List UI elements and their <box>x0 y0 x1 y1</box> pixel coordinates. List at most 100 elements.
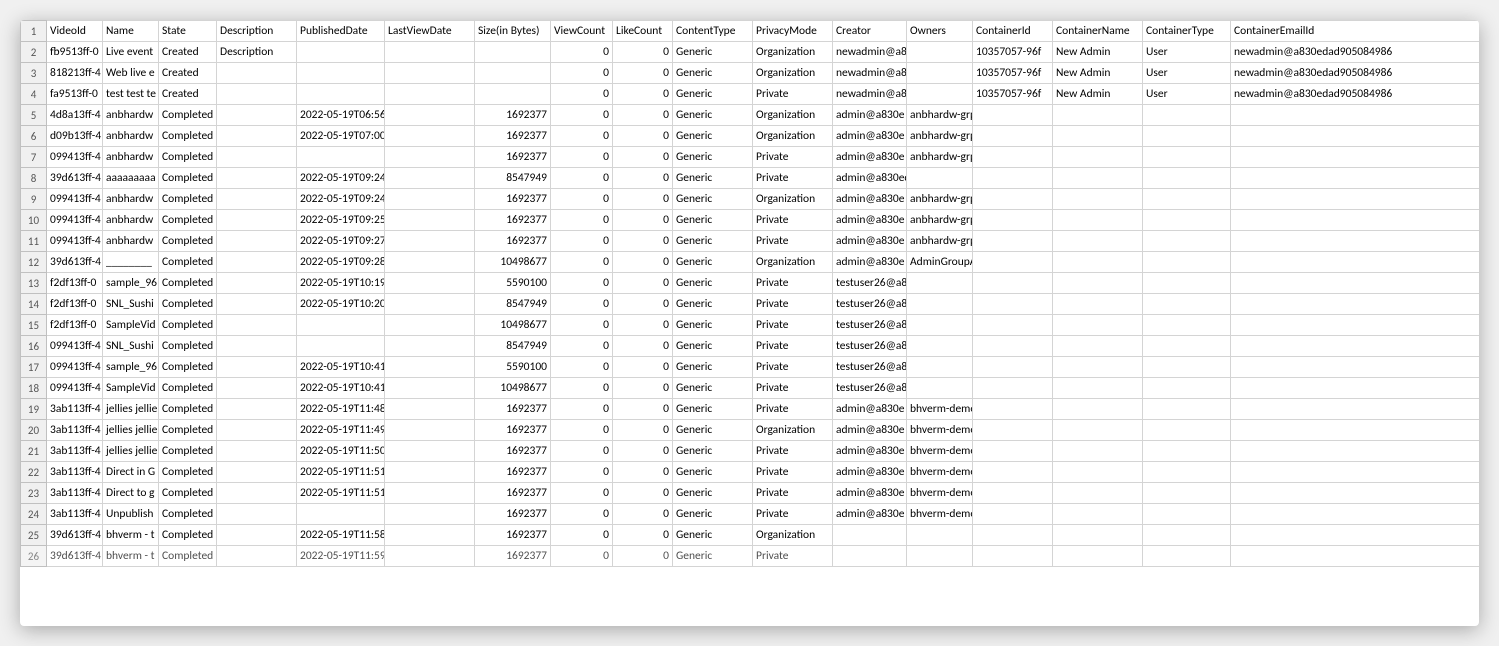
cell-state[interactable]: Completed <box>159 483 217 504</box>
cell-containerid[interactable] <box>973 546 1053 567</box>
cell-name[interactable]: anbhardw <box>103 231 159 252</box>
cell-lastviewdate[interactable] <box>385 420 475 441</box>
cell-lastviewdate[interactable] <box>385 441 475 462</box>
cell-state[interactable]: Completed <box>159 378 217 399</box>
cell-size[interactable]: 5590100 <box>475 273 551 294</box>
cell-lastviewdate[interactable] <box>385 294 475 315</box>
cell-description[interactable] <box>217 189 297 210</box>
cell-privacymode[interactable]: Organization <box>753 525 833 546</box>
row-number[interactable]: 4 <box>21 84 47 105</box>
cell-description[interactable] <box>217 231 297 252</box>
row-number[interactable]: 3 <box>21 63 47 84</box>
cell-size[interactable]: 10498677 <box>475 378 551 399</box>
cell-owners[interactable]: bhverm-demo@a830edad9050849863E22033000.… <box>907 462 973 483</box>
cell-description[interactable] <box>217 399 297 420</box>
cell-containername[interactable] <box>1053 210 1143 231</box>
cell-videoid[interactable]: 39d613ff-4 <box>47 252 103 273</box>
cell-state[interactable]: Completed <box>159 525 217 546</box>
cell-creator[interactable]: admin@a830e <box>833 483 907 504</box>
cell-owners[interactable] <box>907 273 973 294</box>
cell-owners[interactable]: AdminGroupA547@a830edad9050849863E220330… <box>907 252 973 273</box>
cell-privacymode[interactable]: Private <box>753 294 833 315</box>
cell-contenttype[interactable]: Generic <box>673 357 753 378</box>
cell-privacymode[interactable]: Organization <box>753 252 833 273</box>
column-header-containerid[interactable]: ContainerId <box>973 21 1053 42</box>
cell-containername[interactable] <box>1053 441 1143 462</box>
column-header-containername[interactable]: ContainerName <box>1053 21 1143 42</box>
cell-size[interactable]: 1692377 <box>475 210 551 231</box>
cell-publisheddate[interactable] <box>297 504 385 525</box>
cell-owners[interactable] <box>907 357 973 378</box>
cell-state[interactable]: Created <box>159 63 217 84</box>
cell-creator[interactable]: admin@a830e <box>833 441 907 462</box>
cell-lastviewdate[interactable] <box>385 504 475 525</box>
cell-containertype[interactable]: User <box>1143 42 1231 63</box>
cell-state[interactable]: Completed <box>159 252 217 273</box>
cell-creator[interactable]: admin@a830e <box>833 399 907 420</box>
cell-containeremailid[interactable] <box>1231 273 1480 294</box>
cell-containeremailid[interactable] <box>1231 399 1480 420</box>
cell-viewcount[interactable]: 0 <box>551 441 613 462</box>
cell-videoid[interactable]: 099413ff-4 <box>47 357 103 378</box>
cell-containerid[interactable] <box>973 147 1053 168</box>
cell-containertype[interactable] <box>1143 525 1231 546</box>
cell-privacymode[interactable]: Organization <box>753 63 833 84</box>
cell-viewcount[interactable]: 0 <box>551 399 613 420</box>
cell-videoid[interactable]: 818213ff-4 <box>47 63 103 84</box>
cell-size[interactable]: 1692377 <box>475 525 551 546</box>
cell-containername[interactable] <box>1053 336 1143 357</box>
cell-contenttype[interactable]: Generic <box>673 294 753 315</box>
cell-privacymode[interactable]: Organization <box>753 420 833 441</box>
cell-creator[interactable]: admin@a830e <box>833 210 907 231</box>
cell-likecount[interactable]: 0 <box>613 105 673 126</box>
cell-videoid[interactable]: 3ab113ff-4 <box>47 420 103 441</box>
cell-publisheddate[interactable]: 2022-05-19T09:27:37.0403448 <box>297 231 385 252</box>
cell-likecount[interactable]: 0 <box>613 315 673 336</box>
cell-likecount[interactable]: 0 <box>613 210 673 231</box>
cell-viewcount[interactable]: 0 <box>551 42 613 63</box>
cell-owners[interactable]: bhverm-demo@a830edad9050849863E22033000.… <box>907 399 973 420</box>
cell-creator[interactable]: admin@a830e <box>833 189 907 210</box>
cell-contenttype[interactable]: Generic <box>673 42 753 63</box>
cell-size[interactable]: 8547949 <box>475 336 551 357</box>
cell-description[interactable] <box>217 210 297 231</box>
cell-containertype[interactable] <box>1143 504 1231 525</box>
cell-viewcount[interactable]: 0 <box>551 504 613 525</box>
column-header-name[interactable]: Name <box>103 21 159 42</box>
cell-publisheddate[interactable]: 2022-05-19T11:50:11.3417175 <box>297 441 385 462</box>
cell-lastviewdate[interactable] <box>385 315 475 336</box>
cell-contenttype[interactable]: Generic <box>673 126 753 147</box>
cell-state[interactable]: Completed <box>159 420 217 441</box>
cell-lastviewdate[interactable] <box>385 273 475 294</box>
cell-size[interactable]: 1692377 <box>475 546 551 567</box>
cell-contenttype[interactable]: Generic <box>673 378 753 399</box>
cell-name[interactable]: anbhardw <box>103 210 159 231</box>
cell-containerid[interactable] <box>973 336 1053 357</box>
cell-videoid[interactable]: 099413ff-4 <box>47 189 103 210</box>
cell-viewcount[interactable]: 0 <box>551 126 613 147</box>
cell-creator[interactable]: newadmin@a830edad9050 <box>833 84 907 105</box>
cell-owners[interactable] <box>907 63 973 84</box>
cell-videoid[interactable]: 099413ff-4 <box>47 231 103 252</box>
cell-viewcount[interactable]: 0 <box>551 294 613 315</box>
cell-lastviewdate[interactable] <box>385 252 475 273</box>
cell-state[interactable]: Completed <box>159 273 217 294</box>
cell-description[interactable] <box>217 546 297 567</box>
row-number[interactable]: 19 <box>21 399 47 420</box>
cell-contenttype[interactable]: Generic <box>673 420 753 441</box>
row-number[interactable]: 14 <box>21 294 47 315</box>
cell-likecount[interactable]: 0 <box>613 462 673 483</box>
row-number[interactable]: 16 <box>21 336 47 357</box>
cell-containertype[interactable]: User <box>1143 63 1231 84</box>
column-header-likecount[interactable]: LikeCount <box>613 21 673 42</box>
spreadsheet-grid[interactable]: 1VideoIdNameStateDescriptionPublishedDat… <box>20 20 1479 567</box>
cell-containerid[interactable] <box>973 105 1053 126</box>
cell-videoid[interactable]: 3ab113ff-4 <box>47 399 103 420</box>
cell-containername[interactable] <box>1053 546 1143 567</box>
cell-publisheddate[interactable] <box>297 84 385 105</box>
cell-viewcount[interactable]: 0 <box>551 63 613 84</box>
cell-likecount[interactable]: 0 <box>613 126 673 147</box>
cell-contenttype[interactable]: Generic <box>673 189 753 210</box>
cell-lastviewdate[interactable] <box>385 336 475 357</box>
cell-contenttype[interactable]: Generic <box>673 546 753 567</box>
